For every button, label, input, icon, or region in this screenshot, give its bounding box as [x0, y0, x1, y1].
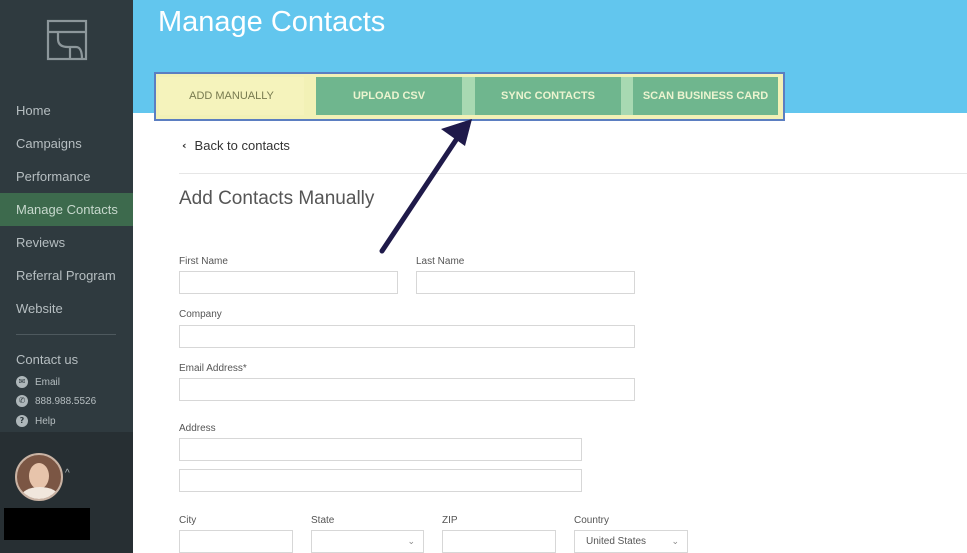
zip-label: ZIP [442, 515, 458, 526]
envelope-icon: ✉ [16, 376, 28, 388]
chevron-up-icon[interactable]: ^ [65, 468, 70, 479]
city-label: City [179, 515, 197, 526]
country-select-value: United States [586, 536, 647, 547]
phone-icon: ✆ [16, 395, 28, 407]
sidebar-item-home[interactable]: Home [0, 94, 133, 127]
sidebar-divider [16, 334, 116, 335]
country-label: Country [574, 515, 610, 526]
zip-input[interactable] [442, 530, 556, 553]
help-icon: ? [16, 415, 28, 427]
user-menu: ^ [0, 432, 133, 553]
state-select[interactable]: ⌄ [311, 530, 424, 553]
chevron-down-icon: ⌄ [407, 537, 415, 547]
sidebar-item-performance[interactable]: Performance [0, 160, 133, 193]
contact-method-tabs: ADD MANUALLY UPLOAD CSV SYNC CONTACTS SC… [154, 72, 785, 121]
first-name-label: First Name [179, 256, 228, 267]
chevron-down-icon: ⌄ [671, 537, 679, 547]
country-select[interactable]: United States ⌄ [574, 530, 688, 553]
tab-separator [462, 77, 475, 115]
sidebar-item-campaigns[interactable]: Campaigns [0, 127, 133, 160]
last-name-input[interactable] [416, 271, 635, 294]
chevron-left-icon: ‹ [182, 139, 187, 152]
tab-scan-business-card[interactable]: SCAN BUSINESS CARD [633, 77, 778, 115]
company-label: Company [179, 309, 222, 320]
email-label: Email Address* [179, 363, 247, 374]
address-line-1-input[interactable] [179, 438, 582, 461]
logo-icon[interactable] [46, 19, 88, 61]
contact-phone-link[interactable]: ✆ 888.988.5526 [16, 394, 96, 408]
page-header: Manage Contacts ADD MANUALLY UPLOAD CSV … [133, 0, 967, 121]
contact-help-label: Help [35, 415, 56, 427]
sidebar-item-referral-program[interactable]: Referral Program [0, 259, 133, 292]
page-title: Manage Contacts [158, 6, 386, 38]
sidebar: Home Campaigns Performance Manage Contac… [0, 0, 133, 553]
redacted-user-name [4, 508, 90, 540]
tab-separator [621, 77, 633, 115]
sidebar-item-website[interactable]: Website [0, 292, 133, 325]
sidebar-item-manage-contacts[interactable]: Manage Contacts [0, 193, 133, 226]
avatar[interactable] [15, 453, 63, 501]
back-link-label: Back to contacts [194, 138, 290, 153]
tab-add-manually[interactable]: ADD MANUALLY [159, 77, 304, 115]
tab-sync-contacts[interactable]: SYNC CONTACTS [475, 77, 621, 115]
section-title: Add Contacts Manually [179, 188, 375, 209]
contact-phone-label: 888.988.5526 [35, 395, 97, 407]
company-input[interactable] [179, 325, 635, 348]
sidebar-nav: Home Campaigns Performance Manage Contac… [0, 94, 133, 325]
contact-us-heading: Contact us [16, 352, 79, 367]
address-label: Address [179, 423, 216, 434]
tab-upload-csv[interactable]: UPLOAD CSV [316, 77, 462, 115]
contact-help-link[interactable]: ? Help [16, 414, 56, 428]
first-name-input[interactable] [179, 271, 398, 294]
email-input[interactable] [179, 378, 635, 401]
address-line-2-input[interactable] [179, 469, 582, 492]
annotation-arrow-icon [379, 119, 472, 254]
state-label: State [311, 515, 335, 526]
city-input[interactable] [179, 530, 293, 553]
contact-email-label: Email [35, 376, 61, 388]
contact-email-link[interactable]: ✉ Email [16, 375, 60, 389]
sidebar-item-reviews[interactable]: Reviews [0, 226, 133, 259]
content-divider [179, 173, 967, 174]
back-to-contacts-link[interactable]: ‹ Back to contacts [182, 138, 290, 153]
